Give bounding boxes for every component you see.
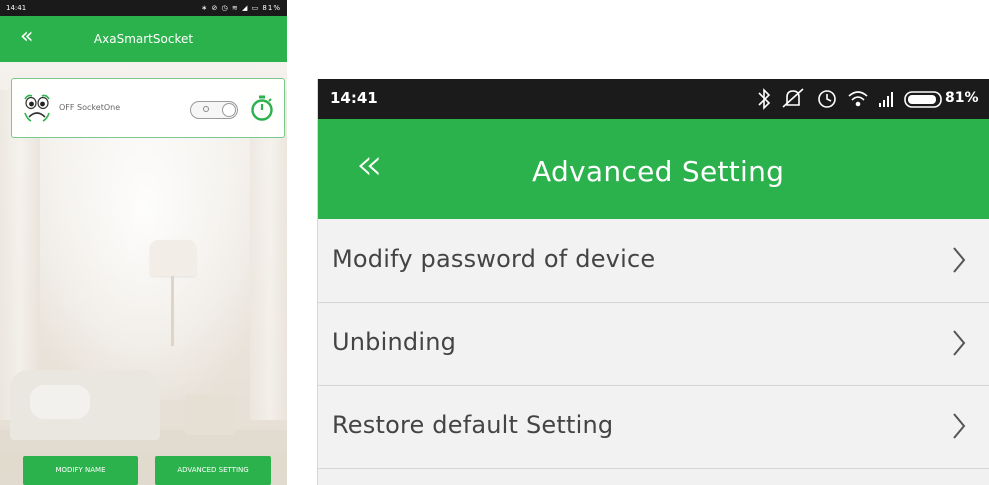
modify-name-button[interactable]: MODIFY NAME bbox=[23, 456, 138, 485]
alarm-icon bbox=[818, 90, 836, 108]
advanced-setting-button[interactable]: ADVANCED SETTING bbox=[155, 456, 271, 485]
app-bar: « Advanced Setting bbox=[318, 119, 989, 219]
chevron-right-icon bbox=[953, 247, 966, 273]
sad-face-icon bbox=[24, 94, 50, 122]
menu-item-unbinding[interactable]: Unbinding bbox=[318, 303, 989, 386]
switch-off-indicator bbox=[203, 106, 209, 112]
status-time: 14:41 bbox=[330, 89, 378, 107]
menu-item-modify-password[interactable]: Modify password of device bbox=[318, 220, 989, 303]
curtain-right bbox=[250, 90, 287, 420]
cushion bbox=[30, 385, 90, 419]
status-time: 14:41 bbox=[6, 4, 27, 12]
app-title: AxaSmartSocket bbox=[93, 32, 194, 46]
device-status-label: OFF SocketOne bbox=[59, 103, 120, 112]
status-icons: ∗ ⊘ ◷ ≋ ◢ ▭ 81% bbox=[201, 4, 281, 12]
chevron-right-icon bbox=[953, 330, 966, 356]
mute-icon bbox=[782, 88, 804, 108]
lamp bbox=[150, 240, 196, 276]
device-name: SocketOne bbox=[77, 103, 121, 112]
menu-item-label: Restore default Setting bbox=[332, 411, 614, 439]
menu-item-restore-default[interactable]: Restore default Setting bbox=[318, 386, 989, 469]
battery-icon bbox=[904, 91, 942, 108]
side-table bbox=[185, 395, 235, 435]
power-switch[interactable] bbox=[190, 101, 238, 119]
signal-icon bbox=[879, 92, 893, 107]
battery-percent: 81% bbox=[945, 90, 979, 106]
lamp-pole bbox=[171, 276, 174, 346]
switch-knob bbox=[222, 103, 236, 117]
device-state: OFF bbox=[59, 103, 75, 112]
wifi-icon bbox=[848, 91, 868, 107]
advanced-setting-screen: 14:41 81% « Advanced Setting Modify pass… bbox=[317, 79, 989, 485]
page-title: Advanced Setting bbox=[532, 155, 785, 188]
main-screen: 14:41 ∗ ⊘ ◷ ≋ ◢ ▭ 81% « AxaSmartSocket O… bbox=[0, 0, 287, 485]
menu-item-label: Unbinding bbox=[332, 328, 457, 356]
bluetooth-icon bbox=[758, 88, 771, 110]
chevron-right-icon bbox=[953, 413, 966, 439]
menu-item-label: Modify password of device bbox=[332, 245, 656, 273]
stopwatch-icon[interactable] bbox=[250, 95, 274, 121]
status-bar: 14:41 ∗ ⊘ ◷ ≋ ◢ ▭ 81% bbox=[0, 0, 287, 16]
device-card[interactable]: OFF SocketOne bbox=[11, 78, 285, 138]
status-bar: 14:41 81% bbox=[318, 79, 989, 119]
back-icon[interactable]: « bbox=[355, 141, 382, 189]
app-bar: « AxaSmartSocket bbox=[0, 16, 287, 62]
